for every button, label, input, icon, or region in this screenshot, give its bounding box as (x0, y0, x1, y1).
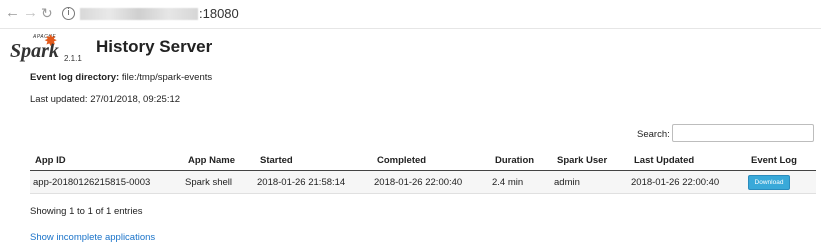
last-updated-label: Last updated: (30, 94, 88, 105)
search-label: Search: (637, 129, 670, 140)
spark-version: 2.1.1 (64, 54, 82, 63)
col-started[interactable]: Started (260, 155, 293, 166)
last-updated: Last updated: 27/01/2018, 09:25:12 (30, 94, 180, 105)
col-app-name[interactable]: App Name (188, 155, 235, 166)
col-last-updated[interactable]: Last Updated (634, 155, 694, 166)
event-log-value: file:/tmp/spark-events (121, 72, 213, 83)
spark-star-icon: ✸ (44, 33, 58, 50)
search-input[interactable] (672, 124, 814, 142)
event-log-label: Event log directory: (30, 72, 120, 83)
download-button[interactable]: Download (748, 175, 790, 190)
last-updated-cell: 2018-01-26 22:00:40 (631, 177, 720, 188)
forward-arrow-icon[interactable]: → (23, 5, 38, 21)
table-header-row: App ID App Name Started Completed Durati… (30, 150, 816, 171)
redacted-host (80, 8, 198, 20)
col-app-id[interactable]: App ID (35, 155, 66, 166)
table-info: Showing 1 to 1 of 1 entries (30, 206, 143, 217)
last-updated-value: 27/01/2018, 09:25:12 (90, 94, 181, 105)
site-info-icon[interactable]: i (62, 7, 75, 20)
show-incomplete-link[interactable]: Show incomplete applications (30, 232, 155, 243)
app-id-link[interactable]: app-20180126215815-0003 (33, 177, 150, 188)
spark-user-cell: admin (554, 177, 580, 188)
applications-table: App ID App Name Started Completed Durati… (30, 150, 816, 194)
reload-icon[interactable]: ↻ (41, 5, 53, 21)
started-cell: 2018-01-26 21:58:14 (257, 177, 346, 188)
col-spark-user[interactable]: Spark User (557, 155, 607, 166)
col-event-log[interactable]: Event Log (751, 155, 797, 166)
url-port: :18080 (199, 6, 239, 21)
col-duration[interactable]: Duration (495, 155, 534, 166)
browser-toolbar: ← → ↻ i :18080 (0, 0, 821, 29)
col-completed[interactable]: Completed (377, 155, 426, 166)
back-arrow-icon[interactable]: ← (5, 5, 20, 21)
app-name-cell: Spark shell (185, 177, 232, 188)
page-title: History Server (96, 37, 213, 56)
address-bar[interactable]: i :18080 (56, 4, 821, 24)
duration-cell: 2.4 min (492, 177, 524, 188)
completed-cell: 2018-01-26 22:00:40 (374, 177, 463, 188)
event-log-directory: Event log directory: file:/tmp/spark-eve… (30, 72, 212, 83)
table-row: app-20180126215815-0003 Spark shell 2018… (30, 171, 816, 194)
spark-logo: APACHE Spark ✸ (10, 34, 62, 68)
